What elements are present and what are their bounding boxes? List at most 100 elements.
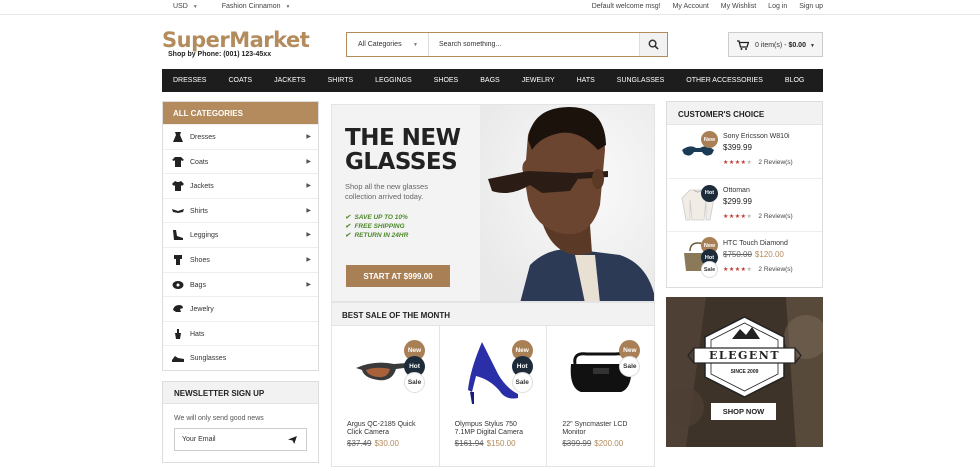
star-rating-icon: ★★★★★ — [723, 160, 753, 166]
nav-dresses[interactable]: DRESSES — [173, 77, 206, 84]
category-leggings[interactable]: Leggings ▶ — [163, 222, 318, 247]
newsletter-email-field[interactable]: Your Email — [174, 428, 307, 451]
search-category-select[interactable]: All Categories ▼ — [347, 33, 429, 56]
shop-phone: Shop by Phone: (001) 123-45xx — [168, 51, 272, 58]
categories-sidebar: ALL CATEGORIES Dresses ▶ Coats ▶ Jackets ▶ … — [162, 101, 319, 371]
nav-other-accessories[interactable]: OTHER ACCESSORIES — [686, 77, 763, 84]
chevron-right-icon: ▶ — [306, 134, 311, 140]
nav-blog[interactable]: BLOG — [785, 77, 804, 84]
check-icon: ✔ — [345, 232, 351, 239]
product-name[interactable]: Argus QC-2185 Quick Click Camera — [347, 421, 429, 437]
product-name[interactable]: 22" Syncmaster LCD Monitor — [562, 421, 644, 437]
promo-brand: ELEGENT — [708, 349, 781, 362]
cart-button[interactable]: 0 item(s) - $0.00 ▼ — [728, 32, 823, 57]
check-icon: ✔ — [345, 214, 351, 221]
chevron-down-icon: ▼ — [810, 43, 815, 49]
search-bar: All Categories ▼ — [346, 32, 668, 57]
chevron-right-icon: ▶ — [306, 281, 311, 288]
category-coats[interactable]: Coats ▶ — [163, 148, 318, 174]
currency-selector[interactable]: USD ▼ — [173, 3, 198, 10]
product-card[interactable]: New Hot Sale Argus QC-2185 Quick Click C… — [332, 326, 440, 467]
choice-item-rating: ★★★★★ 2 Review(s) — [723, 159, 793, 166]
my-wishlist-link[interactable]: My Wishlist — [721, 3, 756, 10]
nav-jackets[interactable]: JACKETS — [274, 77, 306, 84]
logo[interactable]: SuperMarket — [162, 28, 310, 52]
search-icon — [648, 39, 659, 50]
category-jackets[interactable]: Jackets ▶ — [163, 173, 318, 198]
top-bar: USD ▼ Fashion Cinnamon ▼ Default welcome m… — [0, 0, 980, 15]
product-price: $399.99 $200.00 — [562, 439, 624, 448]
choice-item-price: $750.00 $120.00 — [723, 250, 784, 259]
chevron-right-icon: ▶ — [306, 207, 311, 214]
newsletter-box: NEWSLETTER SIGN UP We will only send goo… — [162, 381, 319, 463]
chevron-down-icon: ▼ — [192, 4, 198, 10]
category-dresses[interactable]: Dresses ▶ — [163, 124, 318, 149]
chevron-right-icon: ▶ — [306, 158, 311, 165]
dress-icon — [173, 132, 183, 142]
badge-sale: Sale — [404, 372, 425, 393]
hat-icon — [175, 328, 181, 339]
category-shoes[interactable]: Shoes ▶ — [163, 246, 318, 272]
shirt-icon — [172, 208, 184, 213]
cart-icon — [737, 40, 749, 50]
shop-now-button[interactable]: SHOP NOW — [711, 403, 776, 420]
hero-banner[interactable]: THE NEW GLASSES Shop all the new glasses … — [331, 104, 655, 302]
best-sale-title: BEST SALE OF THE MONTH — [332, 303, 654, 326]
theme-selector[interactable]: Fashion Cinnamon ▼ — [222, 3, 291, 10]
chevron-down-icon: ▼ — [285, 4, 291, 10]
nav-bags[interactable]: BAGS — [480, 77, 499, 84]
hero-description: Shop all the new glasses collection arri… — [345, 182, 428, 201]
newsletter-title: NEWSLETTER SIGN UP — [163, 382, 318, 404]
choice-item[interactable]: Hot Ottoman $299.99 ★★★★★ 2 Review(s) — [667, 179, 822, 232]
nav-leggings[interactable]: LEGGINGS — [375, 77, 412, 84]
nav-hats[interactable]: HATS — [577, 77, 595, 84]
search-input[interactable] — [430, 33, 640, 56]
badge-sale: Sale — [511, 372, 533, 393]
category-sunglasses[interactable]: Sunglasses — [163, 345, 318, 370]
categories-title: ALL CATEGORIES — [163, 102, 318, 124]
nav-coats[interactable]: COATS — [228, 77, 252, 84]
send-icon[interactable] — [288, 436, 297, 444]
category-shirts[interactable]: Shirts ▶ — [163, 197, 318, 223]
badge-sale: Sale — [619, 356, 641, 377]
nav-jewelry[interactable]: JEWELRY — [522, 77, 555, 84]
nav-shoes[interactable]: SHOES — [434, 77, 459, 84]
cart-total: $0.00 — [788, 42, 806, 49]
customers-choice-title: CUSTOMER'S CHOICE — [667, 102, 822, 125]
choice-item-name[interactable]: HTC Touch Diamond — [723, 240, 788, 247]
chevron-right-icon: ▶ — [306, 183, 311, 190]
star-rating-icon: ★★★★★ — [723, 267, 753, 273]
badge-sale: Sale — [701, 261, 718, 278]
check-icon: ✔ — [345, 223, 351, 230]
choice-item-name[interactable]: Sony Ericsson W810i — [723, 133, 790, 140]
choice-item-price: $399.99 — [723, 143, 752, 152]
nav-shirts[interactable]: SHIRTS — [328, 77, 354, 84]
hero-model-image — [480, 105, 654, 301]
hero-cta-button[interactable]: START AT $999.00 — [346, 265, 450, 287]
bag-icon — [172, 280, 184, 289]
product-price: $161.94 $150.00 — [454, 439, 516, 448]
category-hats[interactable]: Hats — [163, 320, 318, 346]
nav-sunglasses[interactable]: SUNGLASSES — [617, 77, 664, 84]
search-button[interactable] — [639, 33, 667, 56]
cart-count: 0 item(s) - — [755, 42, 789, 49]
category-jewelry[interactable]: Jewelry — [163, 296, 318, 321]
product-name[interactable]: Olympus Stylus 750 7.1MP Digital Camera — [455, 421, 537, 437]
my-account-link[interactable]: My Account — [673, 3, 709, 10]
signup-link[interactable]: Sign up — [799, 3, 823, 10]
jewelry-icon — [173, 305, 183, 313]
login-link[interactable]: Log in — [768, 3, 787, 10]
promo-banner[interactable]: ELEGENT SINCE 2009 SHOP NOW — [666, 297, 823, 447]
choice-item[interactable]: New Sony Ericsson W810i $399.99 ★★★★★ 2 R… — [667, 125, 822, 179]
choice-item-name[interactable]: Ottoman — [723, 187, 750, 194]
category-bags[interactable]: Bags ▶ — [163, 271, 318, 297]
choice-item-rating: ★★★★★ 2 Review(s) — [723, 266, 793, 273]
jacket-icon — [172, 181, 184, 192]
product-card[interactable]: New Sale 22" Syncmaster LCD Monitor $399… — [547, 326, 654, 467]
chevron-down-icon: ▼ — [413, 42, 418, 48]
hero-title: THE NEW GLASSES — [345, 125, 461, 175]
leggings-icon — [173, 230, 183, 241]
best-sale-section: BEST SALE OF THE MONTH New Hot Sale Argu… — [331, 302, 655, 467]
choice-item[interactable]: New Hot Sale HTC Touch Diamond $750.00 $1… — [667, 232, 822, 286]
product-card[interactable]: New Hot Sale Olympus Stylus 750 7.1MP Di… — [440, 326, 548, 467]
